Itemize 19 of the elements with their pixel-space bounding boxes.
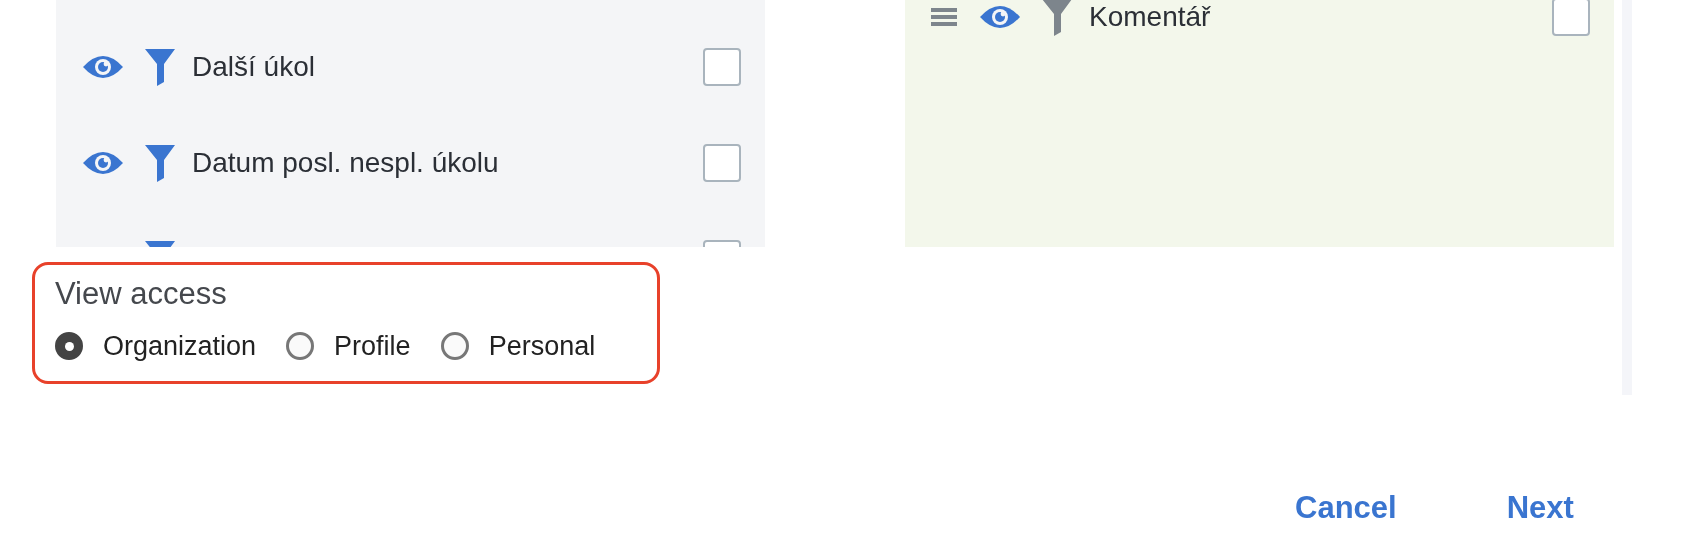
drag-handle-icon[interactable] <box>931 7 957 27</box>
funnel-icon[interactable] <box>144 144 176 182</box>
field-label: Další úkol <box>192 50 316 84</box>
link-button[interactable]: Next <box>1506 485 1574 532</box>
funnel-icon[interactable] <box>1041 0 1073 36</box>
radio-button[interactable] <box>286 332 315 361</box>
field-label: Datum posl. nespl. úkolu <box>192 146 500 180</box>
link-button[interactable]: Cancel <box>1295 485 1397 532</box>
funnel-icon[interactable] <box>144 48 176 86</box>
radio-button[interactable] <box>440 332 469 361</box>
checkbox[interactable] <box>1552 0 1590 36</box>
view-access-title: View access <box>55 275 228 313</box>
radio-button[interactable] <box>55 332 83 361</box>
field-label: Komentář <box>1089 0 1212 34</box>
radio-option[interactable]: Organization <box>55 326 257 367</box>
checkbox[interactable] <box>703 144 741 182</box>
radio-option[interactable]: Personal <box>440 326 596 367</box>
radio-option[interactable]: Profile <box>286 326 411 367</box>
checkbox[interactable] <box>703 48 741 86</box>
